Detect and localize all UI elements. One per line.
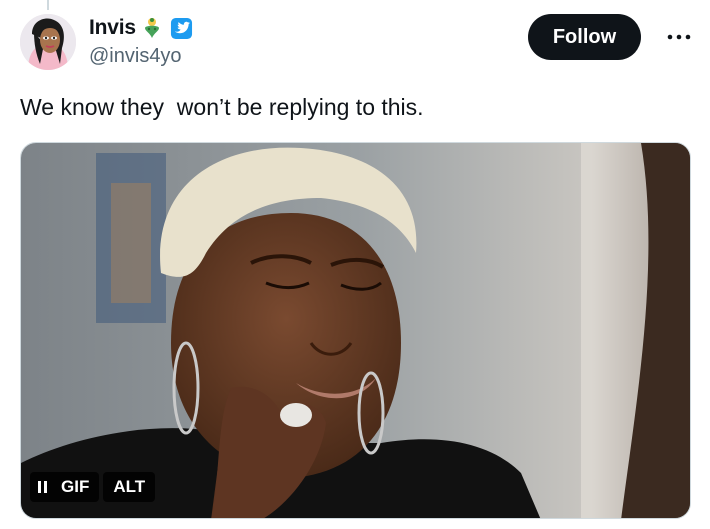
avatar-illustration: [20, 14, 76, 70]
pause-icon: [38, 481, 47, 493]
alt-text-button[interactable]: ALT: [103, 472, 156, 502]
author-name-row: Invis: [89, 14, 193, 42]
avatar[interactable]: [20, 14, 76, 70]
display-name[interactable]: Invis: [89, 16, 136, 40]
gif-toggle-button[interactable]: GIF: [30, 472, 100, 502]
media-controls: GIF ALT: [30, 472, 156, 502]
author-handle[interactable]: @invis4yo: [89, 45, 182, 68]
follow-button[interactable]: Follow: [528, 14, 641, 60]
more-options-button[interactable]: [664, 24, 694, 50]
alt-label: ALT: [113, 477, 146, 496]
gif-label: GIF: [61, 477, 90, 496]
genie-emoji-icon: [140, 16, 164, 40]
gif-frame-image: [21, 143, 690, 518]
verified-badge-icon[interactable]: [170, 17, 193, 40]
tweet-text: We know they won’t be replying to this.: [20, 94, 424, 120]
gif-media[interactable]: [20, 142, 691, 519]
more-horizontal-icon: [667, 34, 691, 40]
thread-connector-line: [47, 0, 49, 10]
